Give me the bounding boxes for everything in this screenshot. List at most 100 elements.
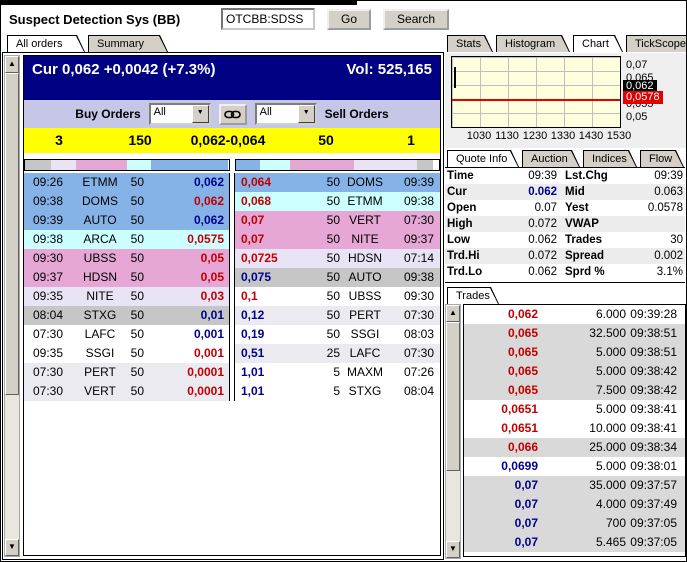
book-row: 09:26 ETMM 50 0,062 0,064 50 DOMS 09:39 bbox=[24, 173, 440, 192]
book-row-buy[interactable]: 07:30 LAFC 50 0,001 bbox=[24, 325, 229, 344]
search-button[interactable]: Search bbox=[383, 8, 450, 30]
book-row: 07:30 PERT 50 0,0001 1,01 5 MAXM 07:26 bbox=[24, 363, 440, 382]
book-row-buy[interactable]: 08:04 STXG 50 0,01 bbox=[24, 306, 229, 325]
book-row-sell[interactable]: 0,19 50 SSGI 08:03 bbox=[235, 325, 440, 344]
sell-filter-dropdown[interactable]: All ▼ bbox=[254, 103, 317, 125]
order-book-scrollbar[interactable]: ▲ ▼ bbox=[4, 55, 20, 557]
book-row-buy[interactable]: 09:35 NITE 50 0,03 bbox=[24, 287, 229, 306]
book-row-buy[interactable]: 09:35 SSGI 50 0,001 bbox=[24, 344, 229, 363]
chart-x-label: 1230 bbox=[522, 130, 548, 142]
tab-chart[interactable]: Chart bbox=[573, 35, 623, 52]
tab-flow[interactable]: Flow bbox=[640, 150, 684, 167]
link-filters-button[interactable] bbox=[218, 103, 247, 125]
sell-time: 07:14 bbox=[403, 251, 434, 265]
book-row-sell[interactable]: 1,01 5 STXG 08:04 bbox=[235, 382, 440, 401]
scrollbar-track[interactable] bbox=[446, 471, 460, 541]
buy-filter-dropdown[interactable]: All ▼ bbox=[148, 103, 211, 125]
trade-row: 0,065 32.500 09:38:51 bbox=[464, 324, 685, 343]
scroll-up-icon[interactable]: ▲ bbox=[5, 56, 19, 73]
book-row-buy[interactable]: 09:26 ETMM 50 0,062 bbox=[24, 173, 229, 192]
tab-histogram[interactable]: Histogram bbox=[496, 35, 570, 52]
scroll-up-icon[interactable]: ▲ bbox=[446, 305, 460, 322]
order-book-box: Cur 0,062 +0,0042 (+7.3%) Vol: 525,165 B… bbox=[23, 55, 441, 556]
chevron-down-icon[interactable]: ▼ bbox=[297, 105, 315, 123]
sell-market-maker: AUTO bbox=[348, 270, 382, 284]
trade-price: 0,065 bbox=[507, 345, 538, 359]
ticker-input[interactable] bbox=[221, 8, 315, 30]
sell-size: 50 bbox=[326, 194, 340, 208]
buy-market-maker: HDSN bbox=[82, 270, 117, 284]
tab-all-orders-label: All orders bbox=[8, 36, 84, 52]
tab-indices[interactable]: Indices bbox=[583, 150, 637, 167]
book-row-sell[interactable]: 0,07 50 VERT 07:30 bbox=[235, 211, 440, 230]
scrollbar-thumb[interactable] bbox=[446, 322, 460, 471]
book-row-buy[interactable]: 09:38 ARCA 50 0,0575 bbox=[24, 230, 229, 249]
security-title: Suspect Detection Sys (BB) bbox=[9, 11, 181, 27]
trade-time: 09:39:28 bbox=[630, 307, 677, 321]
book-row-sell[interactable]: 0,51 25 LAFC 07:30 bbox=[235, 344, 440, 363]
book-row-sell[interactable]: 0,0725 50 HDSN 07:14 bbox=[235, 249, 440, 268]
book-row-sell[interactable]: 0,068 50 ETMM 09:38 bbox=[235, 192, 440, 211]
quote-info-row: Low 0.062 Trades 30 bbox=[445, 232, 685, 248]
book-row: 08:04 STXG 50 0,01 0,12 50 PERT 07:30 bbox=[24, 306, 440, 325]
book-row-sell[interactable]: 0,064 50 DOMS 09:39 bbox=[235, 173, 440, 192]
sell-price: 1,01 bbox=[241, 384, 265, 398]
tab-trades[interactable]: Trades bbox=[447, 287, 499, 304]
quote-value: 3.1% bbox=[656, 266, 683, 278]
book-row-buy[interactable]: 09:37 HDSN 50 0,05 bbox=[24, 268, 229, 287]
book-row-sell[interactable]: 1,01 5 MAXM 07:26 bbox=[235, 363, 440, 382]
trade-row: 0,0699 5.000 09:38:01 bbox=[464, 457, 685, 476]
sell-size: 50 bbox=[326, 308, 340, 322]
book-row-sell[interactable]: 0,12 50 PERT 07:30 bbox=[235, 306, 440, 325]
scroll-down-icon[interactable]: ▼ bbox=[5, 539, 19, 556]
buy-total-size: 150 bbox=[128, 132, 152, 148]
sell-market-maker: MAXM bbox=[347, 365, 383, 379]
sell-price: 0,075 bbox=[241, 270, 272, 284]
sell-time: 09:38 bbox=[403, 270, 434, 284]
book-row-sell[interactable]: 0,075 50 AUTO 09:38 bbox=[235, 268, 440, 287]
book-row-buy[interactable]: 09:39 AUTO 50 0,062 bbox=[24, 211, 229, 230]
scrollbar-track[interactable] bbox=[5, 395, 19, 539]
sell-market-maker: UBSS bbox=[348, 289, 382, 303]
sell-size: 50 bbox=[326, 232, 340, 246]
tab-tickscope[interactable]: TickScope bbox=[626, 35, 687, 52]
sell-orders-label: Sell Orders bbox=[324, 107, 389, 121]
buy-price: 0,0001 bbox=[187, 384, 224, 398]
book-row-buy[interactable]: 09:38 DOMS 50 0,062 bbox=[24, 192, 229, 211]
tab-all-orders[interactable]: All orders bbox=[7, 35, 85, 52]
buy-time: 09:38 bbox=[33, 194, 64, 208]
buy-size: 50 bbox=[130, 251, 144, 265]
scroll-down-icon[interactable]: ▼ bbox=[446, 541, 460, 558]
trade-price: 0,07 bbox=[514, 497, 538, 511]
buy-size: 50 bbox=[130, 213, 144, 227]
intraday-chart: 0,07 0,065 0,062 0,0578 0,055 0,05 1030 1130 12… bbox=[445, 53, 686, 148]
book-row-sell[interactable]: 0,07 50 NITE 09:37 bbox=[235, 230, 440, 249]
sell-market-maker: PERT bbox=[349, 308, 381, 322]
quote-value: 0.07 bbox=[534, 202, 557, 214]
chart-x-label: 1430 bbox=[578, 130, 604, 142]
depth-strip bbox=[24, 159, 440, 171]
quote-value: 30 bbox=[670, 234, 683, 246]
depth-segment bbox=[25, 160, 52, 170]
quote-label: High bbox=[447, 218, 473, 230]
tab-quote-info[interactable]: Quote Info bbox=[447, 150, 519, 167]
book-row-sell[interactable]: 0,1 50 UBSS 09:30 bbox=[235, 287, 440, 306]
go-button[interactable]: Go bbox=[327, 8, 372, 30]
buy-size: 50 bbox=[130, 365, 144, 379]
quote-label: Trd.Lo bbox=[447, 266, 483, 278]
trades-panel: ▲ ▼ 0,062 6.000 09:39:28 0,065 32.500 09:38:5… bbox=[445, 304, 686, 559]
trades-scrollbar[interactable]: ▲ ▼ bbox=[445, 304, 461, 559]
scrollbar-thumb[interactable] bbox=[5, 73, 19, 395]
tab-summary[interactable]: Summary bbox=[88, 35, 168, 52]
tab-stats[interactable]: Stats bbox=[447, 35, 493, 52]
buy-market-maker: AUTO bbox=[83, 213, 117, 227]
tab-auction[interactable]: Auction bbox=[522, 150, 580, 167]
chevron-down-icon[interactable]: ▼ bbox=[191, 105, 209, 123]
tab-histogram-label: Histogram bbox=[497, 36, 569, 52]
book-row-buy[interactable]: 07:30 PERT 50 0,0001 bbox=[24, 363, 229, 382]
book-row-buy[interactable]: 07:30 VERT 50 0,0001 bbox=[24, 382, 229, 401]
depth-strip-buy bbox=[24, 159, 230, 171]
book-row-buy[interactable]: 09:30 UBSS 50 0,05 bbox=[24, 249, 229, 268]
quote-label: Trades bbox=[565, 234, 603, 246]
buy-price: 0,062 bbox=[193, 175, 224, 189]
